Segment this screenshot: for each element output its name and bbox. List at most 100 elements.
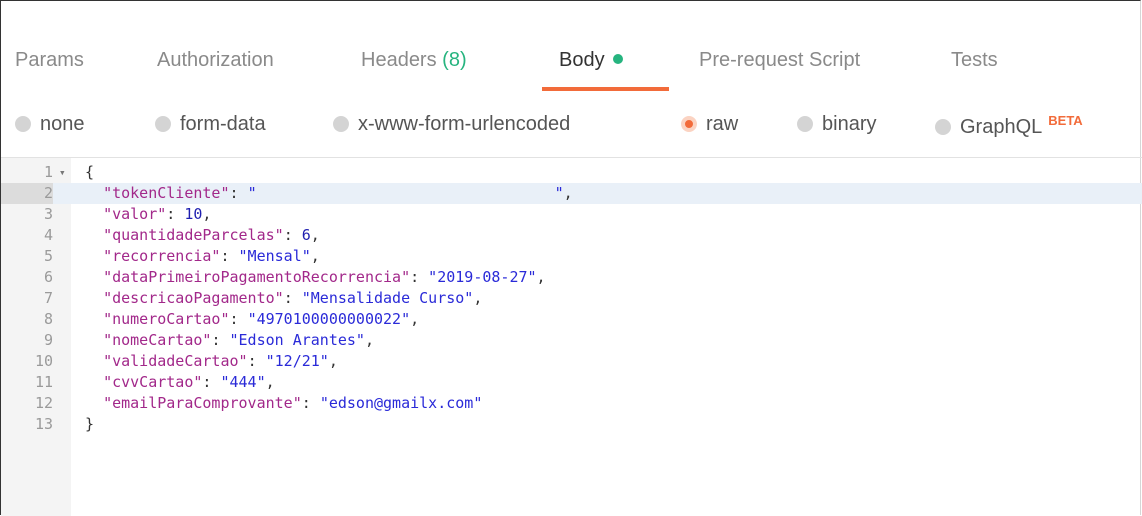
- headers-count-badge: (8): [442, 49, 467, 71]
- code-line[interactable]: 10 "validadeCartao": "12/21",: [1, 351, 1142, 372]
- code-line[interactable]: 7 "descricaoPagamento": "Mensalidade Cur…: [1, 288, 1142, 309]
- radio-label: form-data: [180, 113, 266, 135]
- json-value: "12/21": [265, 352, 329, 370]
- comma: ,: [202, 205, 212, 223]
- code-text: "cvvCartao": "444",: [103, 373, 275, 391]
- radio-circle-icon: [155, 116, 171, 132]
- json-value: "Mensal": [238, 247, 311, 265]
- comma: ,: [364, 331, 374, 349]
- json-key: "quantidadeParcelas": [103, 226, 284, 244]
- tab-body[interactable]: Body: [559, 49, 623, 72]
- radio-x-www-form-urlencoded[interactable]: x-www-form-urlencoded: [333, 113, 570, 136]
- comma: ,: [536, 268, 546, 286]
- code-line[interactable]: 13}: [1, 414, 1142, 435]
- radio-binary[interactable]: binary: [797, 113, 876, 136]
- code-text: "descricaoPagamento": "Mensalidade Curso…: [103, 289, 483, 307]
- tab-pre-request-script[interactable]: Pre-request Script: [699, 49, 860, 72]
- tab-tests[interactable]: Tests: [951, 49, 998, 72]
- tab-label: Headers: [361, 49, 437, 71]
- request-panel: Params Authorization Headers (8) Body Pr…: [0, 0, 1142, 516]
- radio-circle-icon: [15, 116, 31, 132]
- code-text: }: [85, 414, 94, 435]
- code-text: "recorrencia": "Mensal",: [103, 247, 320, 265]
- radio-none[interactable]: none: [15, 113, 85, 136]
- brace: }: [85, 415, 95, 433]
- code-line[interactable]: 9 "nomeCartao": "Edson Arantes",: [1, 330, 1142, 351]
- radio-circle-icon: [333, 116, 349, 132]
- radio-raw[interactable]: raw: [681, 113, 738, 136]
- json-value: "2019-08-27": [428, 268, 537, 286]
- json-value: 6: [301, 226, 311, 244]
- comma: ,: [310, 247, 320, 265]
- json-key: "numeroCartao": [103, 310, 230, 328]
- brace: {: [85, 163, 95, 181]
- code-line[interactable]: 2 "tokenCliente": " ",: [1, 183, 1142, 204]
- line-number: 5: [43, 247, 53, 265]
- line-number: 8: [43, 310, 53, 328]
- comma: ,: [265, 373, 275, 391]
- comma: ,: [328, 352, 338, 370]
- line-number: 13: [34, 415, 53, 433]
- json-key: "dataPrimeiroPagamentoRecorrencia": [103, 268, 411, 286]
- radio-label: raw: [706, 113, 739, 135]
- radio-form-data[interactable]: form-data: [155, 113, 266, 136]
- line-number: 10: [34, 352, 53, 370]
- active-tab-indicator: [542, 87, 669, 91]
- code-text: "nomeCartao": "Edson Arantes",: [103, 331, 374, 349]
- tab-label: Body: [559, 49, 605, 71]
- radio-label: GraphQL: [960, 116, 1043, 138]
- tab-params[interactable]: Params: [15, 49, 84, 72]
- fold-arrow-icon[interactable]: ▾: [59, 162, 66, 183]
- line-number: 11: [34, 373, 53, 391]
- radio-label: binary: [822, 113, 877, 135]
- tab-label: Authorization: [157, 49, 274, 71]
- line-number: 6: [43, 268, 53, 286]
- code-editor[interactable]: 1 ▾{2 "tokenCliente": " ", 3 "valor": 10, 4…: [1, 158, 1142, 516]
- json-key: "descricaoPagamento": [103, 289, 284, 307]
- beta-badge: BETA: [1048, 113, 1083, 128]
- json-value: "edson@gmailx.com": [319, 394, 483, 412]
- comma: ,: [473, 289, 483, 307]
- line-number: 12: [34, 394, 53, 412]
- code-line[interactable]: 4 "quantidadeParcelas": 6,: [1, 225, 1142, 246]
- code-line[interactable]: 1 ▾ {: [1, 162, 1142, 183]
- code-text: "validadeCartao": "12/21",: [103, 352, 338, 370]
- json-value: "444": [220, 373, 266, 391]
- body-status-dot-icon: [612, 54, 623, 64]
- radio-label: none: [40, 113, 85, 135]
- comma: ,: [563, 184, 573, 202]
- code-line[interactable]: 8 "numeroCartao": "4970100000000022",: [1, 309, 1142, 330]
- json-value: " ": [247, 184, 564, 202]
- tab-label: Pre-request Script: [699, 49, 861, 71]
- json-value: "Mensalidade Curso": [301, 289, 474, 307]
- tab-headers[interactable]: Headers (8): [361, 49, 467, 72]
- code-line[interactable]: 3 "valor": 10,: [1, 204, 1142, 225]
- json-key: "emailParaComprovante": [103, 394, 302, 412]
- tab-label: Params: [15, 49, 84, 71]
- comma: ,: [410, 310, 420, 328]
- radio-graphql[interactable]: GraphQL BETA: [935, 113, 1083, 139]
- code-text: "tokenCliente": " ",: [103, 184, 573, 202]
- json-key: "recorrencia": [103, 247, 221, 265]
- json-key: "nomeCartao": [103, 331, 212, 349]
- code-text: {: [85, 162, 94, 183]
- code-line[interactable]: 12 "emailParaComprovante": "edson@gmailx…: [1, 393, 1142, 414]
- request-tabs: Params Authorization Headers (8) Body Pr…: [1, 3, 1142, 91]
- code-line[interactable]: 11 "cvvCartao": "444",: [1, 372, 1142, 393]
- code-text: "quantidadeParcelas": 6,: [103, 226, 320, 244]
- code-text: "numeroCartao": "4970100000000022",: [103, 310, 420, 328]
- json-key: "validadeCartao": [103, 352, 248, 370]
- json-value: "Edson Arantes": [229, 331, 365, 349]
- radio-label: x-www-form-urlencoded: [358, 113, 571, 135]
- json-key: "cvvCartao": [103, 373, 203, 391]
- line-number: 3: [43, 205, 53, 223]
- code-line[interactable]: 5 "recorrencia": "Mensal",: [1, 246, 1142, 267]
- code-line[interactable]: 6 "dataPrimeiroPagamentoRecorrencia": "2…: [1, 267, 1142, 288]
- body-type-selector: none form-data x-www-form-urlencoded raw…: [1, 93, 1142, 157]
- line-number: 7: [43, 289, 53, 307]
- comma: ,: [310, 226, 320, 244]
- json-key: "valor": [103, 205, 167, 223]
- line-number: 9: [43, 331, 53, 349]
- tab-authorization[interactable]: Authorization: [157, 49, 274, 72]
- line-number: 2: [1, 183, 53, 204]
